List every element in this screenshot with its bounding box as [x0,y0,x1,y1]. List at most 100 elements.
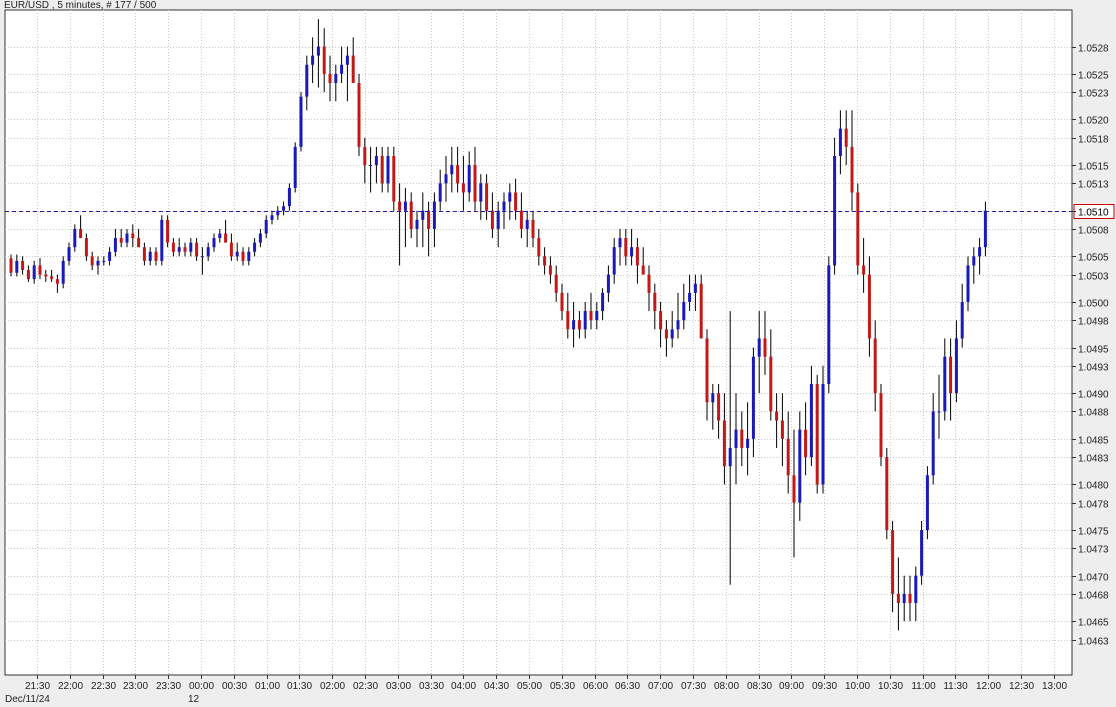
candle-body [670,329,674,339]
candle-body [450,165,454,175]
candle-body [293,146,297,188]
candle-body [392,155,396,202]
candle-body [166,219,170,243]
candle-body [154,251,158,261]
y-tick-label: 1.0525 [1078,71,1109,82]
candle-body [902,593,906,604]
candle [699,274,703,339]
candle [920,520,924,585]
y-tick-label: 1.0523 [1078,89,1109,100]
candle-body [746,438,750,448]
candle-body [688,292,692,302]
candle-body [479,183,483,202]
candle-body [102,260,106,262]
candle-body [473,165,477,202]
candle-body [38,265,42,275]
candle-body [879,393,883,458]
candle-body [142,247,146,261]
y-tick-label: 1.0508 [1078,226,1109,237]
y-tick-label: 1.0500 [1078,299,1109,310]
x-tick-label: 06:30 [615,681,640,692]
candle [160,215,164,266]
y-tick-label: 1.0473 [1078,545,1109,556]
candle-body [160,219,164,261]
candle-body [728,447,732,467]
candle-body [340,64,344,74]
candle-body [606,274,610,293]
candle-body [444,174,448,184]
candle-body [925,475,929,531]
candle-body [641,265,645,275]
candle [833,137,837,275]
candle-body [809,384,813,458]
candle-body [32,265,36,280]
x-tick-label: 03:30 [419,681,444,692]
y-tick-label: 1.0510 [1078,208,1109,219]
candle-body [659,311,663,330]
candle-body [253,242,257,252]
y-tick-label: 1.0483 [1078,454,1109,465]
candle-body [920,530,924,576]
x-axis: 21:30 22:00 22:30 23:00 23:30 00:00 00:30 01:00… [25,675,1067,692]
y-tick-label: 1.0463 [1078,637,1109,648]
candle [879,384,883,467]
x-tick-label: 22:30 [91,681,116,692]
candle-body [113,238,117,252]
candle-body [798,429,802,503]
candle-body [9,258,13,273]
candle-body [711,393,715,403]
candle-body [937,411,941,413]
candle-body [415,219,419,229]
x-tick-label: 04:00 [451,681,476,692]
candle-body [815,384,819,485]
candle-body [595,311,599,321]
candle-body [235,251,239,257]
candle-body [322,46,326,74]
candle-body [867,274,871,339]
candle-body [560,292,564,312]
y-tick-label: 1.0498 [1078,317,1109,328]
candle-body [305,64,309,97]
candle-body [15,260,19,273]
candle-body [84,238,88,257]
candle [827,256,831,394]
candle-body [583,311,587,330]
candle [357,73,361,156]
candle-body [763,338,767,357]
candle-body [206,247,210,257]
candle-body [705,338,709,403]
candle-body [914,575,918,604]
candle [885,447,889,540]
candle-body [896,593,900,604]
x-tick-label: 23:30 [156,681,181,692]
candle-body [485,183,489,211]
y-tick-label: 1.0495 [1078,345,1109,356]
x-tick-label: 03:00 [386,681,411,692]
y-tick-label: 1.0475 [1078,527,1109,538]
x-tick-label: 07:30 [681,681,706,692]
candle-body [200,256,204,258]
candle-body [630,247,634,257]
candle-body [954,338,958,394]
y-tick-label: 1.0513 [1078,180,1109,191]
candle-body [891,530,895,594]
y-tick-label: 1.0470 [1078,573,1109,584]
candle-body [189,242,193,252]
x-tick-label: 09:30 [812,681,837,692]
candle [821,365,825,494]
candle-body [717,393,721,421]
candle-body [519,210,523,229]
y-tick-label: 1.0515 [1078,162,1109,173]
y-tick-label: 1.0505 [1078,253,1109,264]
candle-body [525,219,529,229]
candle-body [537,238,541,257]
chart-header: EUR/USD , 5 minutes, # 177 / 500 [4,0,157,11]
candle-body [490,210,494,229]
candle-body [618,238,622,248]
candle-body [67,247,71,261]
y-tick-label: 1.0485 [1078,436,1109,447]
candle [856,183,860,275]
candle-body [693,283,697,293]
x-tick-label: 22:00 [58,681,83,692]
y-tick-label: 1.0520 [1078,116,1109,127]
